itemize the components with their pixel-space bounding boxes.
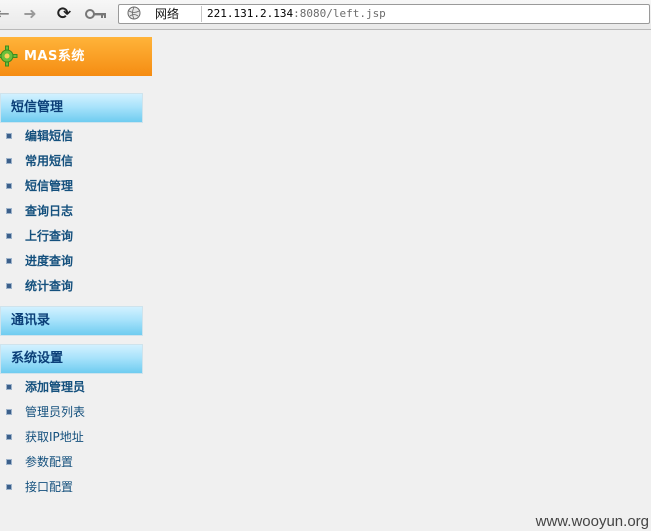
globe-icon [127,6,141,20]
section-system-settings[interactable]: 系统设置 [0,344,143,374]
menu-item-progress-query[interactable]: 进度查询 [0,251,150,271]
section-title: 系统设置 [11,351,64,366]
key-icon[interactable] [84,4,108,24]
bullet-icon [6,258,12,264]
bullet-icon [6,384,12,390]
gear-icon [0,45,18,67]
menu-item-label[interactable]: 参数配置 [25,452,73,472]
bullet-icon [6,459,12,465]
menu-item-sms-management[interactable]: 短信管理 [0,176,150,196]
bullet-icon [6,183,12,189]
browser-toolbar: ← ➜ ⟳ 网络 221.131.2.134:8080/left.jsp [0,0,651,30]
url-path: :8080/left.jsp [293,7,386,20]
reload-icon[interactable]: ⟳ [54,4,74,24]
menu-item-label[interactable]: 统计查询 [25,276,73,296]
menu-item-query-log[interactable]: 查询日志 [0,201,150,221]
bullet-icon [6,233,12,239]
bullet-icon [6,409,12,415]
section-address-book[interactable]: 通讯录 [0,306,143,336]
address-bar[interactable]: 网络 221.131.2.134:8080/left.jsp [118,4,650,24]
menu-item-label[interactable]: 常用短信 [25,151,73,171]
bullet-icon [6,484,12,490]
menu-item-label[interactable]: 添加管理员 [25,377,85,397]
menu-item-label[interactable]: 进度查询 [25,251,73,271]
section-title: 短信管理 [11,100,64,115]
menu-item-admin-list[interactable]: 管理员列表 [0,402,150,422]
menu-item-interface-config[interactable]: 接口配置 [0,477,150,497]
menu-item-get-ip[interactable]: 获取IP地址 [0,427,150,447]
section-sms-management[interactable]: 短信管理 [0,93,143,123]
menu-item-label[interactable]: 上行查询 [25,226,73,246]
menu-item-statistics-query[interactable]: 统计查询 [0,276,150,296]
bullet-icon [6,133,12,139]
menu-item-label[interactable]: 管理员列表 [25,402,85,422]
address-divider [201,6,202,22]
menu-item-common-sms[interactable]: 常用短信 [0,151,150,171]
url-host: 221.131.2.134 [207,7,294,20]
bullet-icon [6,158,12,164]
bullet-icon [6,208,12,214]
menu-item-label[interactable]: 编辑短信 [25,126,73,146]
menu-item-label[interactable]: 接口配置 [25,477,73,497]
brand-title: MAS系统 [24,49,85,64]
menu-item-label[interactable]: 获取IP地址 [25,427,84,447]
menu-item-label[interactable]: 短信管理 [25,176,73,196]
brand-header: MAS系统 [0,37,152,76]
menu-item-param-config[interactable]: 参数配置 [0,452,150,472]
forward-arrow-icon[interactable]: ➜ [20,4,40,24]
bullet-icon [6,283,12,289]
menu-item-edit-sms[interactable]: 编辑短信 [0,126,150,146]
menu-item-label[interactable]: 查询日志 [25,201,73,221]
url-text[interactable]: 221.131.2.134:8080/left.jsp [207,5,386,23]
menu-item-uplink-query[interactable]: 上行查询 [0,226,150,246]
back-arrow-icon[interactable]: ← [0,4,10,24]
watermark: www.wooyun.org [535,513,649,530]
bullet-icon [6,434,12,440]
menu-item-add-admin[interactable]: 添加管理员 [0,377,150,397]
section-title: 通讯录 [11,313,51,328]
zone-label: 网络 [155,7,180,21]
